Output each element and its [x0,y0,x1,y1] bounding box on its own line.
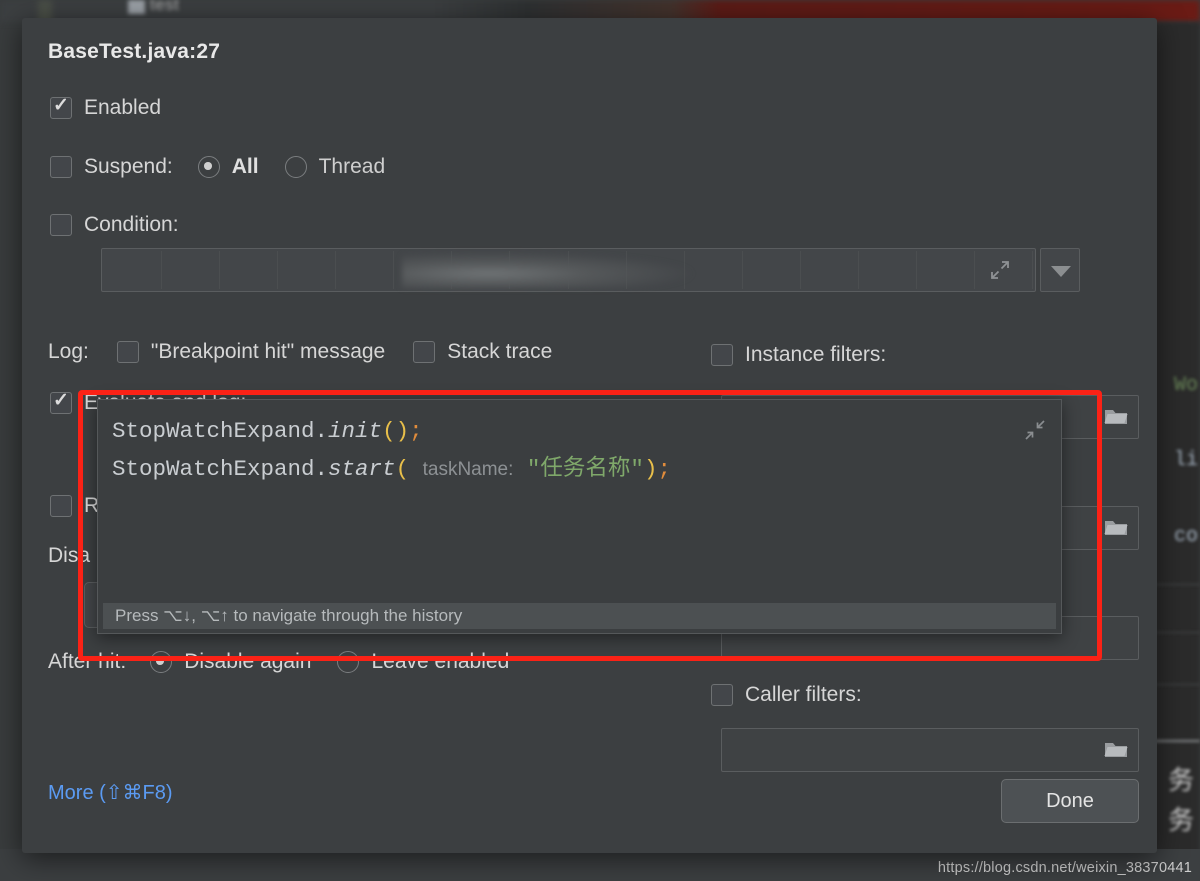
enabled-checkbox[interactable] [50,94,72,119]
code-semicolon-2: ; [657,456,671,482]
screenshot-root: test Wo li co 务 务 https://blog.csdn.net/… [0,0,1200,881]
code-string: "任务名称" [526,456,644,482]
leave-enabled-radio[interactable] [337,651,360,673]
log-row: Log: "Breakpoint hit" message Stack trac… [48,340,552,364]
instance-filters-label: Instance filters: [745,343,887,366]
caller-filters-browse-button[interactable] [1098,733,1134,765]
code-semicolon-1: ; [409,418,423,444]
leave-enabled-label: Leave enabled [371,650,510,673]
caller-filters-checkbox[interactable] [711,684,733,706]
after-hit-row[interactable]: After hit: Disable again Leave enabled [48,650,509,674]
disable-until-label: Disa [48,544,91,567]
log-label: Log: [48,340,89,363]
remove-once-hit-checkbox[interactable] [50,495,72,517]
condition-row[interactable]: Condition: [50,213,179,237]
watermark: https://blog.csdn.net/weixin_38370441 [937,860,1192,876]
code-line-2: StopWatchExpand.start( taskName: "任务名称")… [112,450,1047,489]
collapse-arrows-icon[interactable] [1023,418,1047,442]
disable-again-radio[interactable] [150,651,173,673]
caller-filters-label: Caller filters: [745,683,862,706]
breakpoint-hit-message-checkbox[interactable] [116,341,139,363]
code-line-1: StopWatchExpand.init(); [112,412,1047,450]
code-paren-open-2: ( [395,456,410,482]
stack-trace-checkbox[interactable] [413,341,436,363]
history-hint: Press ⌥↓, ⌥↑ to navigate through the his… [103,603,1056,629]
condition-input-artifact [402,252,692,288]
background-fragment-3: 务 [1167,767,1194,797]
instance-filters-browse-button[interactable] [1098,400,1134,432]
suspend-all-label: All [231,155,259,178]
folder-icon [1104,521,1128,535]
suspend-row[interactable]: Suspend: All Thread [50,155,385,179]
code-param-hint: taskName: [422,459,514,480]
chevron-down-icon [1051,266,1071,277]
condition-label: Condition: [84,213,179,236]
enabled-label: Enabled [84,96,162,119]
remove-once-hit-row[interactable]: R [50,494,99,518]
caller-filters-input[interactable] [721,728,1139,772]
stack-trace-label: Stack trace [447,340,553,363]
class-filters-browse-button[interactable] [1098,511,1134,543]
code-class-2: StopWatchExpand. [112,456,329,482]
background-fragment-2: co [1173,525,1198,548]
code-editor[interactable]: StopWatchExpand.init(); StopWatchExpand.… [98,400,1061,601]
caller-filters-row[interactable]: Caller filters: [711,683,862,707]
evaluate-expression-popup[interactable]: StopWatchExpand.init(); StopWatchExpand.… [97,399,1062,634]
folder-icon [1104,410,1128,424]
page-title: BaseTest.java:27 [48,40,221,63]
instance-filters-checkbox[interactable] [711,344,733,366]
condition-checkbox[interactable] [50,214,72,236]
background-tab-label: test [150,0,180,14]
code-paren-close-1: ) [395,418,410,444]
code-paren-open-1: ( [382,418,396,444]
enabled-row[interactable]: Enabled [50,94,162,120]
evaluate-and-log-checkbox[interactable] [50,389,72,414]
instance-filters-row[interactable]: Instance filters: [711,343,886,367]
condition-input[interactable] [101,248,1036,292]
after-hit-label: After hit: [48,650,127,673]
condition-dropdown-button[interactable] [1040,248,1080,292]
suspend-all-radio[interactable] [197,156,220,178]
suspend-thread-radio[interactable] [284,156,307,178]
background-fragment-0: Wo [1173,374,1198,397]
done-button[interactable]: Done [1001,779,1139,823]
background-tab-icon [128,0,145,14]
code-paren-close-2: ) [643,456,658,482]
expand-arrows-icon[interactable] [989,259,1011,281]
code-class-1: StopWatchExpand. [112,418,329,444]
code-method-1: init [328,418,383,444]
breakpoint-hit-message-label: "Breakpoint hit" message [150,340,386,363]
background-fragment-1: li [1173,449,1198,472]
suspend-thread-label: Thread [318,155,386,178]
suspend-checkbox[interactable] [50,156,72,178]
more-link[interactable]: More (⇧⌘F8) [48,780,173,805]
disable-again-label: Disable again [184,650,312,673]
background-fragment-4: 务 [1167,807,1194,837]
folder-icon [1104,743,1128,757]
suspend-label: Suspend: [84,155,173,178]
code-method-2: start [328,456,396,482]
